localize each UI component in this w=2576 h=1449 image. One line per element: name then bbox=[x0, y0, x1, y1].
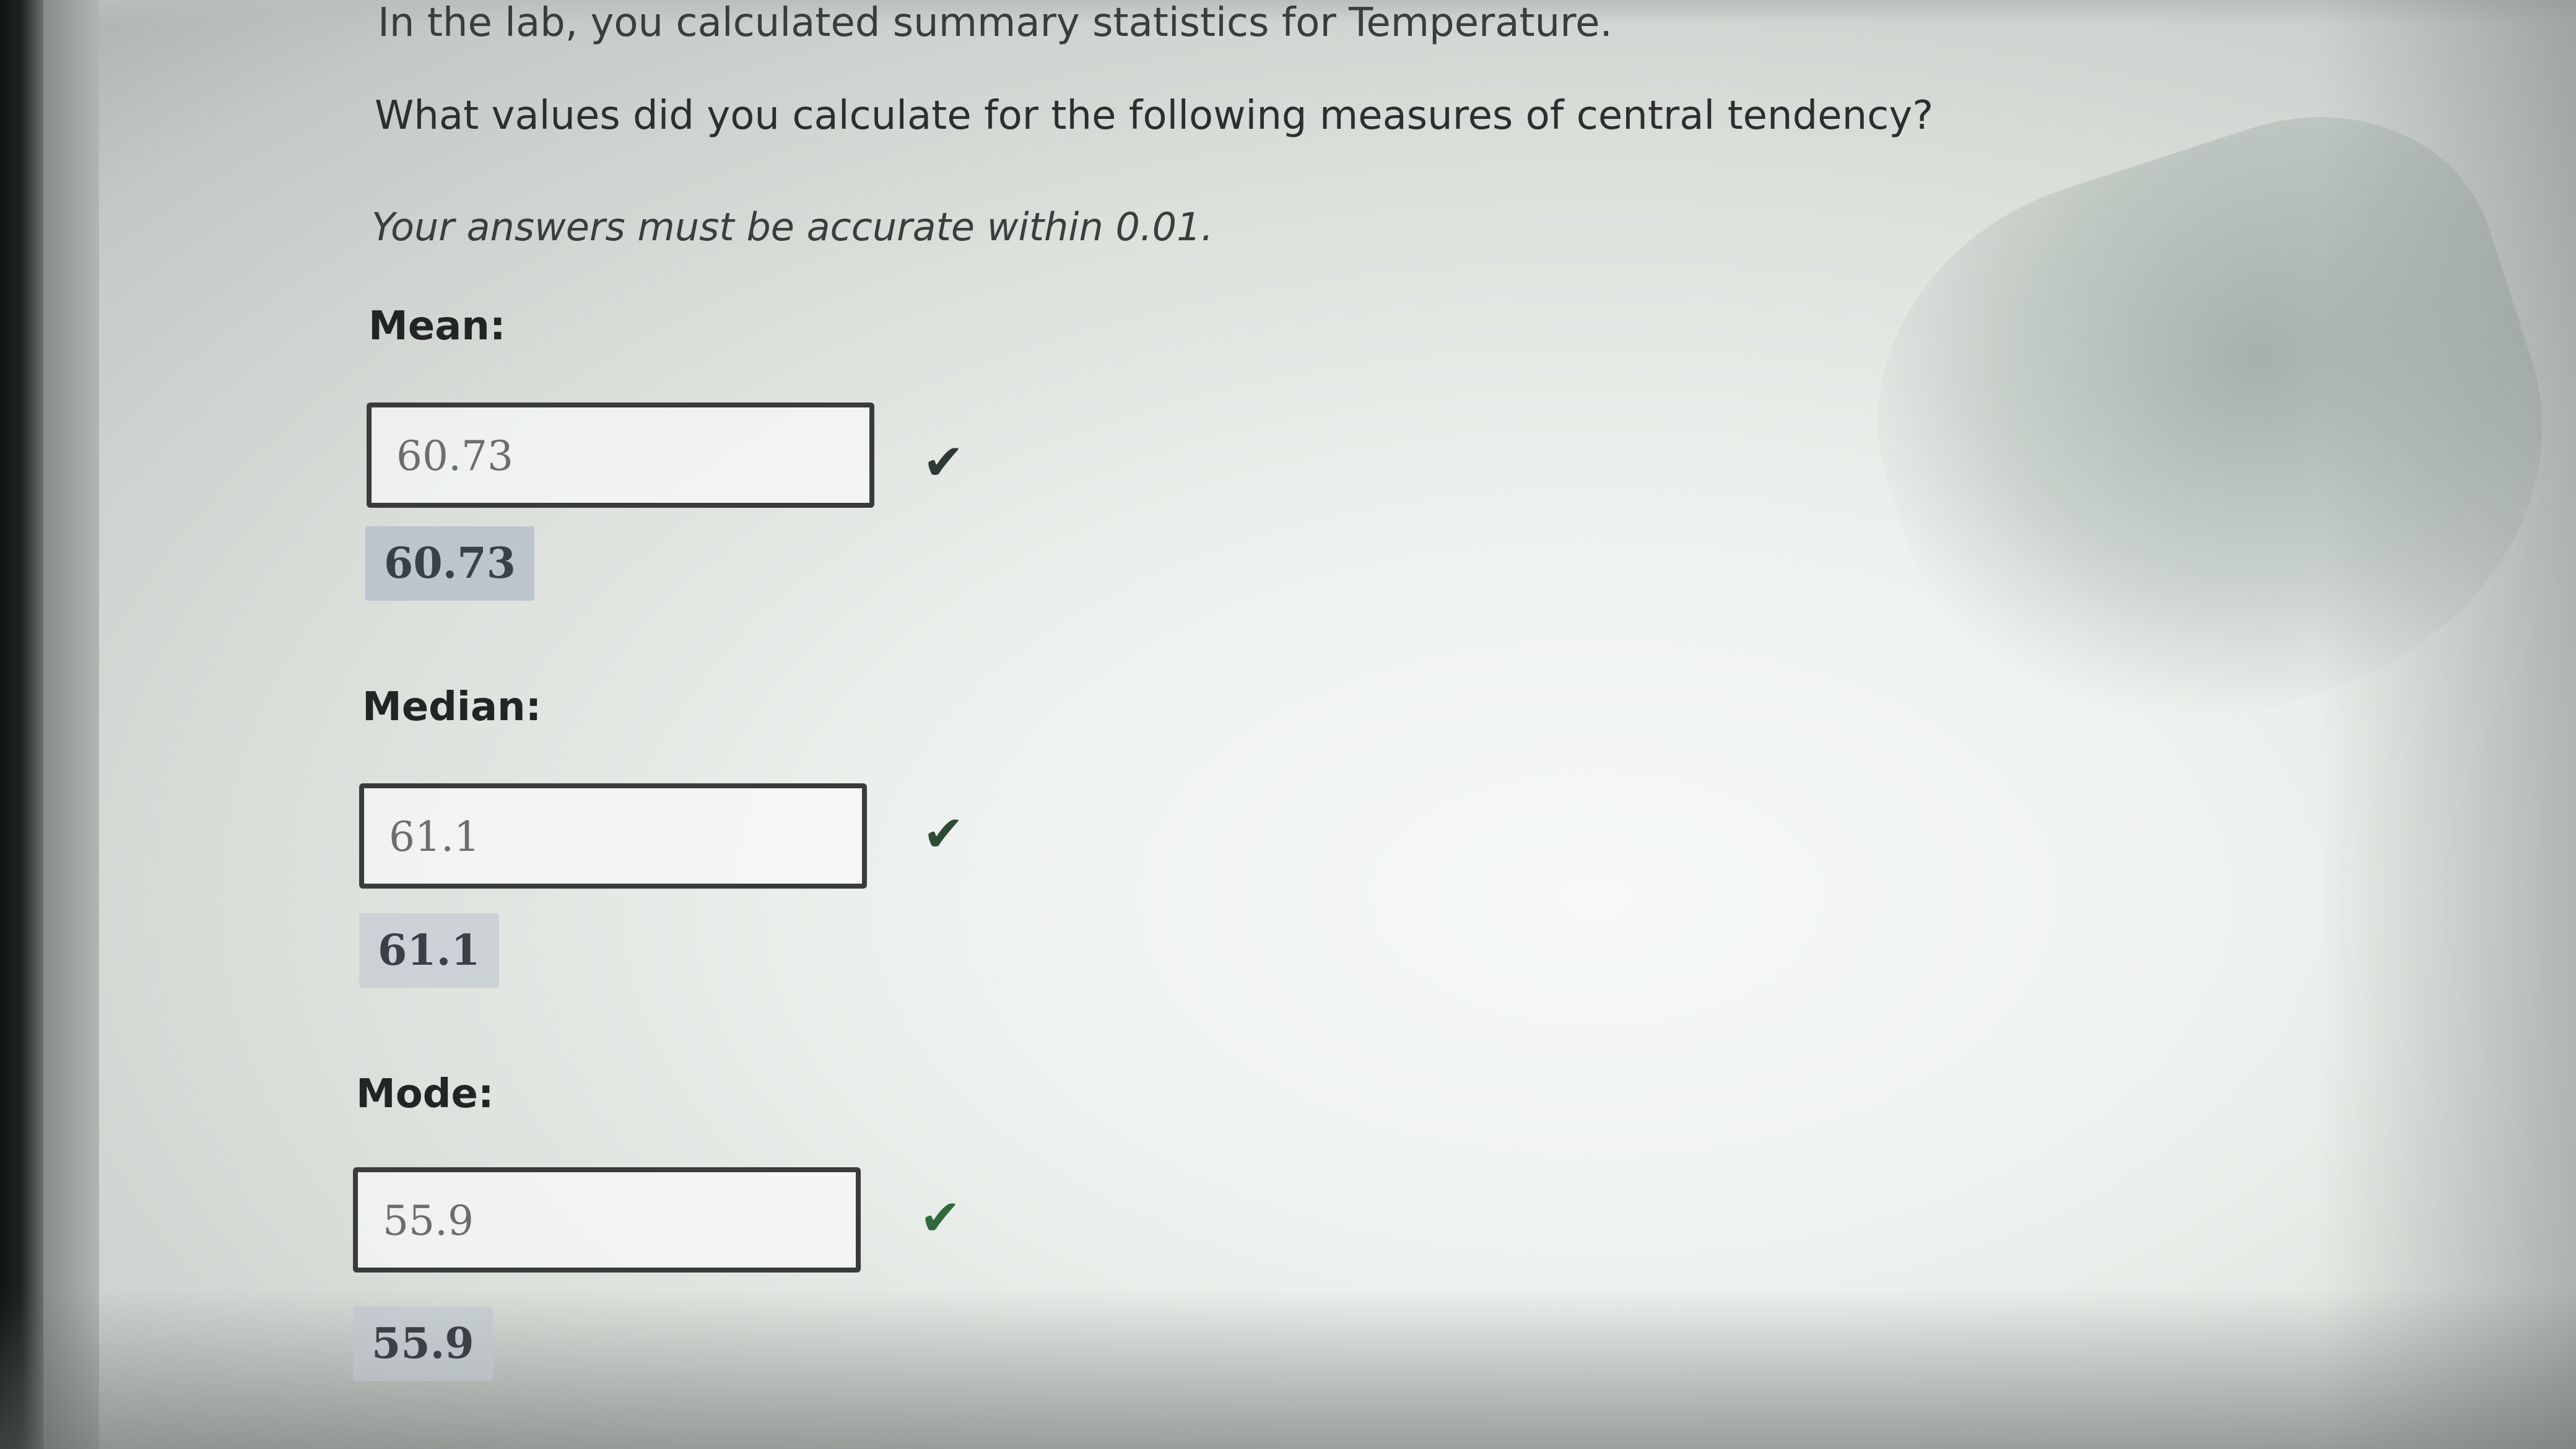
monitor-bezel bbox=[0, 0, 43, 1449]
right-vignette bbox=[2316, 0, 2576, 1449]
question-prompt: What values did you calculate for the fo… bbox=[375, 93, 1934, 139]
accuracy-note: Your answers must be accurate within 0.0… bbox=[372, 204, 1214, 250]
mode-label: Mode: bbox=[356, 1071, 494, 1117]
median-input[interactable] bbox=[389, 806, 822, 868]
mode-checkmark-icon: ✔ bbox=[920, 1189, 962, 1247]
mode-answer-box[interactable] bbox=[353, 1167, 861, 1273]
mode-input[interactable] bbox=[383, 1190, 816, 1251]
median-answer-box[interactable] bbox=[359, 783, 867, 889]
question-intro: In the lab, you calculated summary stati… bbox=[378, 0, 1612, 46]
median-checkmark-icon: ✔ bbox=[923, 805, 965, 863]
median-correct-answer: 61.1 bbox=[359, 913, 499, 988]
window-left-edge bbox=[43, 0, 99, 1449]
median-label: Median: bbox=[362, 684, 542, 730]
screen-photo: In the lab, you calculated summary stati… bbox=[0, 0, 2576, 1449]
mean-checkmark-icon: ✔ bbox=[923, 433, 965, 491]
mean-correct-answer: 60.73 bbox=[365, 526, 534, 601]
mean-label: Mean: bbox=[368, 303, 506, 349]
mode-correct-answer: 55.9 bbox=[353, 1307, 493, 1381]
mean-input[interactable] bbox=[396, 425, 830, 487]
mean-answer-box[interactable] bbox=[367, 402, 874, 508]
